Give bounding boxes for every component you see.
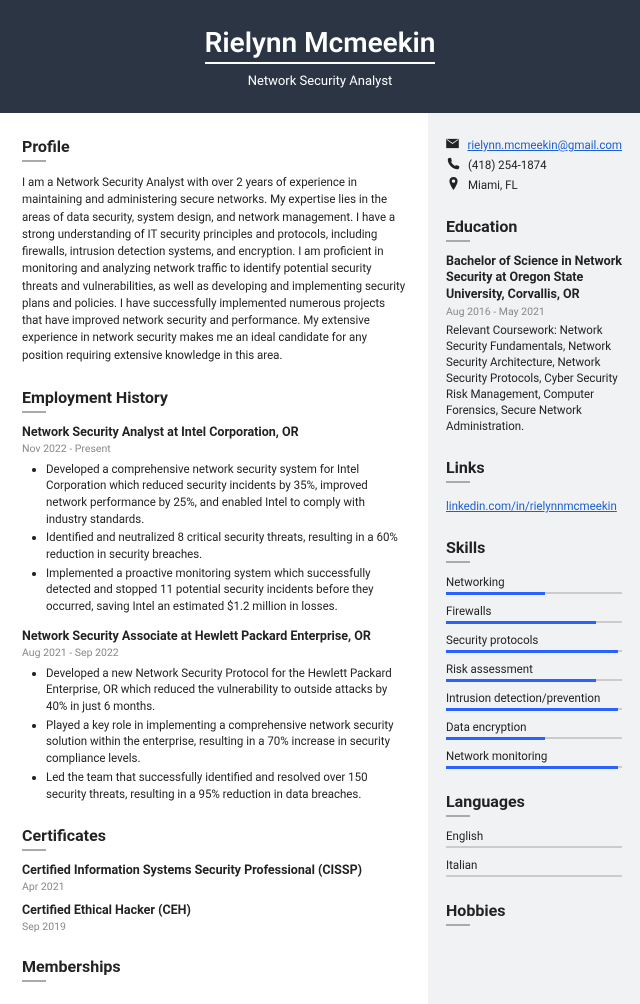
divider xyxy=(22,849,46,851)
email-link[interactable]: rielynn.mcmeekin@gmail.com xyxy=(467,138,622,152)
job-bullet: Led the team that successfully identifie… xyxy=(46,769,406,802)
certificates-heading: Certificates xyxy=(22,826,406,845)
education-degree: Bachelor of Science in Network Security … xyxy=(446,254,622,303)
skill-name: Networking xyxy=(446,575,622,589)
skill-name: Risk assessment xyxy=(446,662,622,676)
job-dates: Nov 2022 - Present xyxy=(22,442,406,455)
cert-title: Certified Ethical Hacker (CEH) xyxy=(22,903,406,918)
job-bullet: Developed a new Network Security Protoco… xyxy=(46,665,406,715)
cert-title: Certified Information Systems Security P… xyxy=(22,863,406,878)
skill-item: Network monitoring xyxy=(446,749,622,768)
skill-bar xyxy=(446,737,622,739)
skill-bar xyxy=(446,592,622,594)
skill-item: Security protocols xyxy=(446,633,622,652)
divider xyxy=(446,240,470,242)
cert-date: Apr 2021 xyxy=(22,880,406,893)
skill-bar xyxy=(446,766,622,768)
employment-heading: Employment History xyxy=(22,388,406,407)
location-text: Miami, FL xyxy=(468,178,518,192)
divider xyxy=(22,980,46,982)
language-name: English xyxy=(446,829,622,843)
divider xyxy=(446,561,470,563)
education-heading: Education xyxy=(446,217,622,236)
skill-item: Data encryption xyxy=(446,720,622,739)
education-desc: Relevant Coursework: Network Security Fu… xyxy=(446,322,622,435)
cert-date: Sep 2019 xyxy=(22,920,406,933)
skill-bar xyxy=(446,650,622,652)
divider xyxy=(446,924,470,926)
profile-heading: Profile xyxy=(22,137,406,156)
hobbies-heading: Hobbies xyxy=(446,901,622,920)
skill-bar xyxy=(446,679,622,681)
skill-item: Risk assessment xyxy=(446,662,622,681)
skill-item: Firewalls xyxy=(446,604,622,623)
skills-heading: Skills xyxy=(446,538,622,557)
memberships-heading: Memberships xyxy=(22,957,406,976)
job-bullet: Developed a comprehensive network securi… xyxy=(46,461,406,528)
language-item: English xyxy=(446,829,622,848)
links-heading: Links xyxy=(446,458,622,477)
job-entry: Network Security Analyst at Intel Corpor… xyxy=(22,425,406,615)
job-bullet: Identified and neutralized 8 critical se… xyxy=(46,529,406,562)
job-bullet: Implemented a proactive monitoring syste… xyxy=(46,565,406,615)
language-item: Italian xyxy=(446,858,622,877)
main-column: Profile I am a Network Security Analyst … xyxy=(0,113,428,1004)
skill-name: Intrusion detection/prevention xyxy=(446,691,622,705)
sidebar: rielynn.mcmeekin@gmail.com (418) 254-187… xyxy=(428,113,640,1004)
skill-bar xyxy=(446,708,622,710)
divider xyxy=(446,815,470,817)
job-title: Network Security Associate at Hewlett Pa… xyxy=(22,629,406,644)
job-entry: Network Security Associate at Hewlett Pa… xyxy=(22,629,406,802)
phone-text: (418) 254-1874 xyxy=(468,158,547,172)
linkedin-link[interactable]: linkedin.com/in/rielynnmcmeekin xyxy=(446,499,617,513)
language-name: Italian xyxy=(446,858,622,872)
language-bar xyxy=(446,875,622,877)
phone-icon xyxy=(446,157,460,173)
location-icon xyxy=(446,177,460,193)
skill-bar xyxy=(446,621,622,623)
skill-item: Intrusion detection/prevention xyxy=(446,691,622,710)
skill-name: Data encryption xyxy=(446,720,622,734)
skill-item: Networking xyxy=(446,575,622,594)
contact-block: rielynn.mcmeekin@gmail.com (418) 254-187… xyxy=(446,137,622,193)
divider xyxy=(446,481,470,483)
job-bullet: Played a key role in implementing a comp… xyxy=(46,717,406,767)
email-icon xyxy=(446,137,459,153)
profile-text: I am a Network Security Analyst with ove… xyxy=(22,174,406,364)
skill-name: Firewalls xyxy=(446,604,622,618)
languages-heading: Languages xyxy=(446,792,622,811)
person-name: Rielynn Mcmeekin xyxy=(205,26,436,64)
divider xyxy=(22,160,46,162)
job-title-header: Network Security Analyst xyxy=(20,74,620,89)
job-title: Network Security Analyst at Intel Corpor… xyxy=(22,425,406,440)
job-dates: Aug 2021 - Sep 2022 xyxy=(22,646,406,659)
header: Rielynn Mcmeekin Network Security Analys… xyxy=(0,0,640,113)
skill-name: Security protocols xyxy=(446,633,622,647)
language-bar xyxy=(446,846,622,848)
divider xyxy=(22,411,46,413)
skill-name: Network monitoring xyxy=(446,749,622,763)
education-dates: Aug 2016 - May 2021 xyxy=(446,305,622,318)
